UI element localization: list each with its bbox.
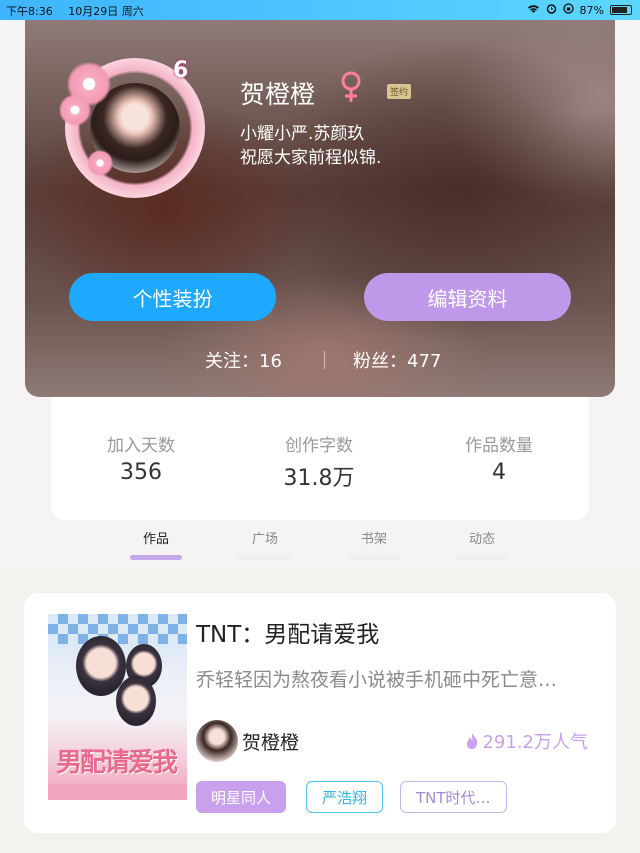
tag-tnt[interactable]: TNT时代… xyxy=(400,781,507,813)
stats-card: 加入天数 356 创作字数 31.8万 作品数量 4 xyxy=(51,397,589,520)
author-avatar[interactable] xyxy=(196,720,238,762)
status-time: 下午8:36 xyxy=(6,5,53,18)
orientation-lock-icon xyxy=(562,3,574,17)
stat-value: 31.8万 xyxy=(283,466,355,491)
flower-decoration-icon xyxy=(59,94,91,126)
tag-celebrity-fanfic[interactable]: 明星同人 xyxy=(196,781,287,813)
status-date: 10月29日 周六 xyxy=(68,5,144,18)
stat-word-count: 创作字数 31.8万 xyxy=(239,431,399,492)
wifi-icon xyxy=(527,4,540,17)
cover-title-art: 男配请爱我 xyxy=(56,748,178,778)
tab-indicator xyxy=(239,555,291,560)
tab-indicator xyxy=(348,555,400,560)
book-title[interactable]: TNT：男配请爱我 xyxy=(196,615,379,649)
username: 贺橙橙 xyxy=(240,80,316,109)
divider xyxy=(324,351,325,369)
edit-profile-button[interactable]: 编辑资料 xyxy=(364,273,571,321)
battery-percent: 87% xyxy=(579,3,604,17)
stat-join-days: 加入天数 356 xyxy=(61,431,221,485)
tab-label: 动态 xyxy=(468,532,495,547)
cover-pattern xyxy=(48,614,187,644)
stat-value: 4 xyxy=(492,460,506,485)
stat-label: 作品数量 xyxy=(465,436,533,456)
tab-indicator xyxy=(456,555,508,560)
stat-label: 加入天数 xyxy=(107,436,175,456)
tab-square[interactable]: 广场 xyxy=(230,528,300,560)
following-count[interactable]: 关注：16 xyxy=(205,347,282,373)
popularity: 291.2万人气 xyxy=(465,728,588,754)
cover-figure xyxy=(116,676,156,726)
female-icon xyxy=(338,70,364,104)
status-bar: 下午8:36 10月29日 周六 87% xyxy=(0,0,640,20)
profile-header: 6 贺橙橙 签约 小耀小严.苏颜玖 祝愿大家前程似锦. 个性装扮 编辑资料 关注… xyxy=(25,20,615,397)
signed-author-badge: 签约 xyxy=(387,84,412,99)
cover-strip xyxy=(48,784,187,800)
stat-label: 创作字数 xyxy=(285,436,353,456)
flame-icon xyxy=(467,733,478,749)
tab-label: 书架 xyxy=(360,532,387,547)
content-tabs: 作品 广场 书架 动态 xyxy=(0,528,640,562)
bio-line-1: 小耀小严.苏颜玖 xyxy=(240,124,365,144)
battery-icon xyxy=(610,5,632,15)
tab-label: 广场 xyxy=(251,532,278,547)
tab-label: 作品 xyxy=(142,532,169,547)
tag-yan-haoxiang[interactable]: 严浩翔 xyxy=(306,781,384,813)
bio-line-2: 祝愿大家前程似锦. xyxy=(240,148,382,168)
avatar[interactable]: 6 xyxy=(59,58,205,198)
tab-bookshelf[interactable]: 书架 xyxy=(339,528,409,560)
popularity-value: 291.2万人气 xyxy=(482,732,588,753)
stat-works-count: 作品数量 4 xyxy=(419,431,579,485)
book-cover[interactable]: 男配请爱我 xyxy=(48,614,187,800)
flower-decoration-icon xyxy=(87,150,113,176)
fans-count[interactable]: 粉丝：477 xyxy=(353,347,441,373)
book-description: 乔轻轻因为熬夜看小说被手机砸中死亡意… xyxy=(196,669,558,691)
tab-works[interactable]: 作品 xyxy=(121,528,191,560)
tab-activity[interactable]: 动态 xyxy=(447,528,517,560)
book-card[interactable]: 男配请爱我 TNT：男配请爱我 乔轻轻因为熬夜看小说被手机砸中死亡意… 贺橙橙 … xyxy=(24,593,616,833)
personal-dress-button[interactable]: 个性装扮 xyxy=(69,273,276,321)
alarm-icon xyxy=(546,3,557,17)
author-name: 贺橙橙 xyxy=(242,732,300,754)
tab-indicator xyxy=(130,555,182,560)
level-badge: 6 xyxy=(173,58,189,83)
stat-value: 356 xyxy=(120,460,162,485)
